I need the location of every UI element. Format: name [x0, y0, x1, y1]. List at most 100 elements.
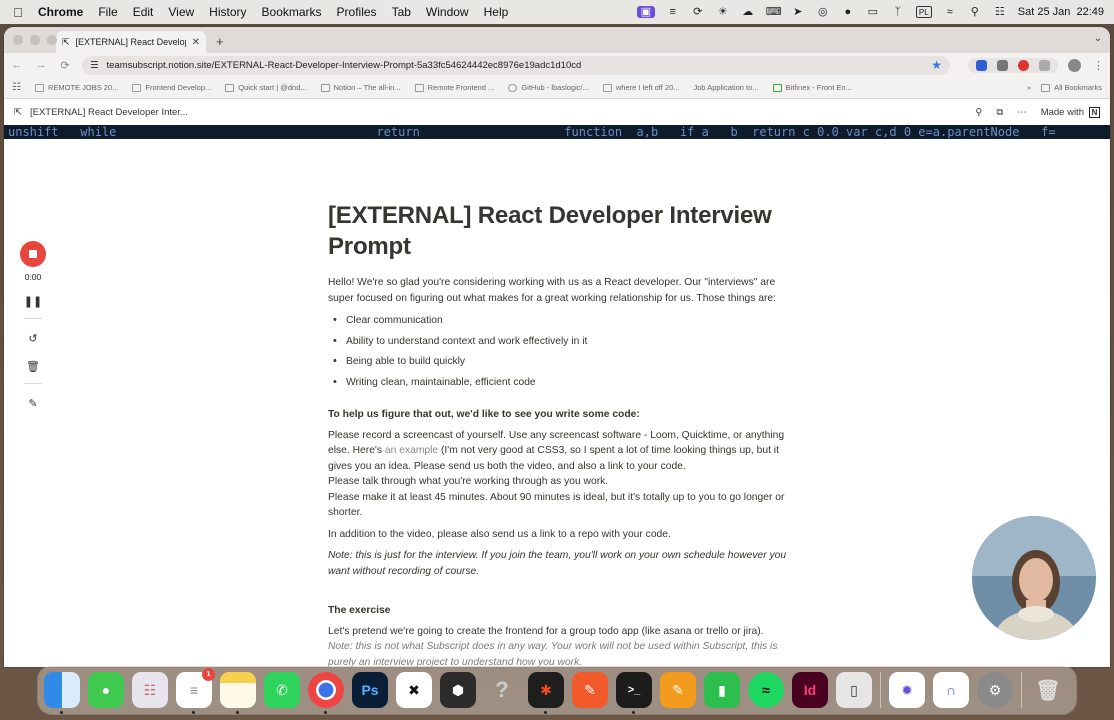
bookmark-item[interactable]: Notion – The all-in...	[320, 83, 401, 92]
bitwarden-icon[interactable]	[976, 59, 987, 71]
keyboard-icon[interactable]: ⌨	[766, 6, 782, 18]
wifi-icon[interactable]: ≈	[943, 6, 957, 18]
menu-history[interactable]: History	[209, 5, 246, 19]
bookmark-item[interactable]: where I left off 20...	[602, 83, 680, 92]
bookmark-label: Notion – The all-in...	[333, 83, 401, 92]
back-icon[interactable]: ←	[10, 59, 24, 71]
tab-search-icon[interactable]: ⌄	[1094, 33, 1102, 44]
bookmark-item[interactable]: REMOTE JOBS 20...	[34, 83, 118, 92]
clock[interactable]: Sat 25 Jan 22:49	[1018, 6, 1104, 18]
screen-record-icon[interactable]: ▣	[636, 6, 655, 18]
made-with-notion[interactable]: Made with N	[1041, 106, 1100, 118]
phone-mirroring-icon[interactable]: ▯	[836, 672, 872, 708]
bookmarks-bar: ☷ REMOTE JOBS 20... Frontend Develop... …	[4, 77, 1110, 99]
leaf-icon	[772, 83, 782, 92]
close-tab-icon[interactable]: ✕	[192, 37, 200, 48]
site-info-icon[interactable]: ☰	[90, 60, 99, 71]
breadcrumb[interactable]: [EXTERNAL] React Developer Inter...	[30, 107, 188, 118]
menu-file[interactable]: File	[98, 5, 117, 19]
bookmark-label: where I left off 20...	[615, 83, 680, 92]
brightness-icon[interactable]: ☀	[716, 6, 730, 18]
pencil-app-icon[interactable]: ✎	[572, 672, 608, 708]
bookmark-label: Bitfinex - Front En...	[785, 83, 852, 92]
bluetooth-icon[interactable]: ᛉ	[891, 6, 905, 18]
profile-icon[interactable]	[1068, 58, 1081, 72]
new-tab-icon[interactable]: +	[216, 34, 224, 49]
apps-grid-icon[interactable]: ☷	[12, 82, 21, 93]
spotify-icon[interactable]: ≈	[748, 672, 784, 708]
bookmark-star-icon[interactable]: ★	[931, 58, 942, 72]
zoom-window-button[interactable]	[47, 35, 57, 45]
sync-icon[interactable]: ⟳	[691, 6, 705, 18]
kebab-menu-icon[interactable]: ⋮	[1093, 59, 1104, 72]
close-window-button[interactable]	[13, 35, 23, 45]
perplexity-icon[interactable]: ✹	[889, 672, 925, 708]
tab-active[interactable]: ⇱ [EXTERNAL] React Develope ✕	[56, 31, 206, 53]
cast-icon[interactable]: ▭	[866, 6, 880, 18]
photoshop-icon[interactable]: Ps	[352, 672, 388, 708]
search-icon[interactable]: ⚲	[975, 107, 982, 118]
capcut-icon[interactable]: ✖	[396, 672, 432, 708]
launchpad-icon[interactable]: ☷	[132, 672, 168, 708]
apple-icon[interactable]: 	[10, 5, 26, 20]
all-bookmarks[interactable]: All Bookmarks	[1041, 83, 1102, 92]
cube-tool-icon[interactable]: ⬢	[440, 672, 476, 708]
bookmark-item[interactable]: Remote Frontend ...	[414, 83, 494, 92]
menu-profiles[interactable]: Profiles	[337, 5, 377, 19]
search-icon[interactable]: ⚲	[968, 6, 982, 18]
whatsapp-icon[interactable]: ✆	[264, 672, 300, 708]
adblock-icon[interactable]	[1018, 59, 1029, 71]
menu-tab[interactable]: Tab	[392, 5, 411, 19]
reminders-icon[interactable]: ≡ 1	[176, 668, 215, 714]
menu-view[interactable]: View	[168, 5, 194, 19]
system-settings-icon[interactable]: ⚙	[977, 672, 1013, 708]
bookmark-item[interactable]: Frontend Develop...	[132, 83, 211, 92]
cloud-icon[interactable]: ☁	[741, 6, 755, 18]
more-icon[interactable]: ⋯	[1017, 107, 1027, 118]
bookmark-item[interactable]: Bitfinex - Front En...	[772, 83, 852, 92]
bookmarks-end: » All Bookmarks	[1027, 83, 1102, 92]
minimize-window-button[interactable]	[30, 35, 40, 45]
bookmark-item[interactable]: GitHub - lbaslogic/...	[508, 83, 589, 92]
location-icon[interactable]: ➤	[791, 6, 805, 18]
radio-icon[interactable]: ◎	[816, 6, 830, 18]
input-source-icon[interactable]: PL	[915, 6, 932, 18]
forward-icon[interactable]: →	[34, 59, 48, 71]
page-title: [EXTERNAL] React Developer Interview Pro…	[328, 202, 772, 260]
question-icon[interactable]: ?	[484, 672, 520, 708]
address-bar[interactable]: ☰ teamsubscript.notion.site/EXTERNAL-Rea…	[82, 55, 950, 75]
menu-window[interactable]: Window	[426, 5, 469, 19]
indesign-icon[interactable]: Id	[792, 672, 828, 708]
bookmark-item[interactable]: Job Application to...	[694, 83, 759, 92]
extension-icon[interactable]	[997, 59, 1008, 71]
puzzle-icon[interactable]	[1039, 59, 1050, 71]
url-text[interactable]: teamsubscript.notion.site/EXTERNAL-React…	[107, 60, 582, 71]
terminal-icon[interactable]: >_	[616, 672, 652, 714]
trash-icon[interactable]: 🗑	[1030, 672, 1066, 708]
pages-icon[interactable]: ✎	[660, 672, 696, 708]
numbers-icon[interactable]: ▮	[704, 672, 740, 708]
messages-icon[interactable]: ●	[88, 672, 124, 708]
menu-help[interactable]: Help	[484, 5, 509, 19]
example-link[interactable]: an example	[385, 445, 438, 456]
reload-icon[interactable]: ⟳	[58, 59, 72, 72]
webcam-bubble[interactable]	[970, 514, 1098, 642]
menu-app-name[interactable]: Chrome	[38, 5, 83, 19]
notes-icon[interactable]	[220, 672, 256, 714]
bookmark-label: Frontend Develop...	[145, 83, 212, 92]
menu-bookmarks[interactable]: Bookmarks	[262, 5, 322, 19]
duplicate-icon[interactable]: ⧉	[996, 107, 1003, 118]
finder-icon[interactable]	[44, 672, 80, 714]
tab-title: [EXTERNAL] React Develope	[75, 37, 186, 47]
extensions-group	[968, 57, 1058, 73]
more-bookmarks-icon[interactable]: »	[1027, 83, 1031, 92]
control-center-icon[interactable]: ☷	[993, 6, 1007, 18]
chrome-icon[interactable]	[308, 672, 344, 714]
menu-edit[interactable]: Edit	[133, 5, 154, 19]
bookmark-item[interactable]: Quick start | @dnd...	[225, 83, 307, 92]
record-icon[interactable]: ●	[841, 6, 855, 18]
arc-icon[interactable]: ∩	[933, 672, 969, 708]
figma-icon[interactable]: ✱	[528, 672, 564, 714]
notes-icon[interactable]: ≡	[666, 6, 680, 18]
list-item: Being able to build quickly	[328, 354, 788, 370]
